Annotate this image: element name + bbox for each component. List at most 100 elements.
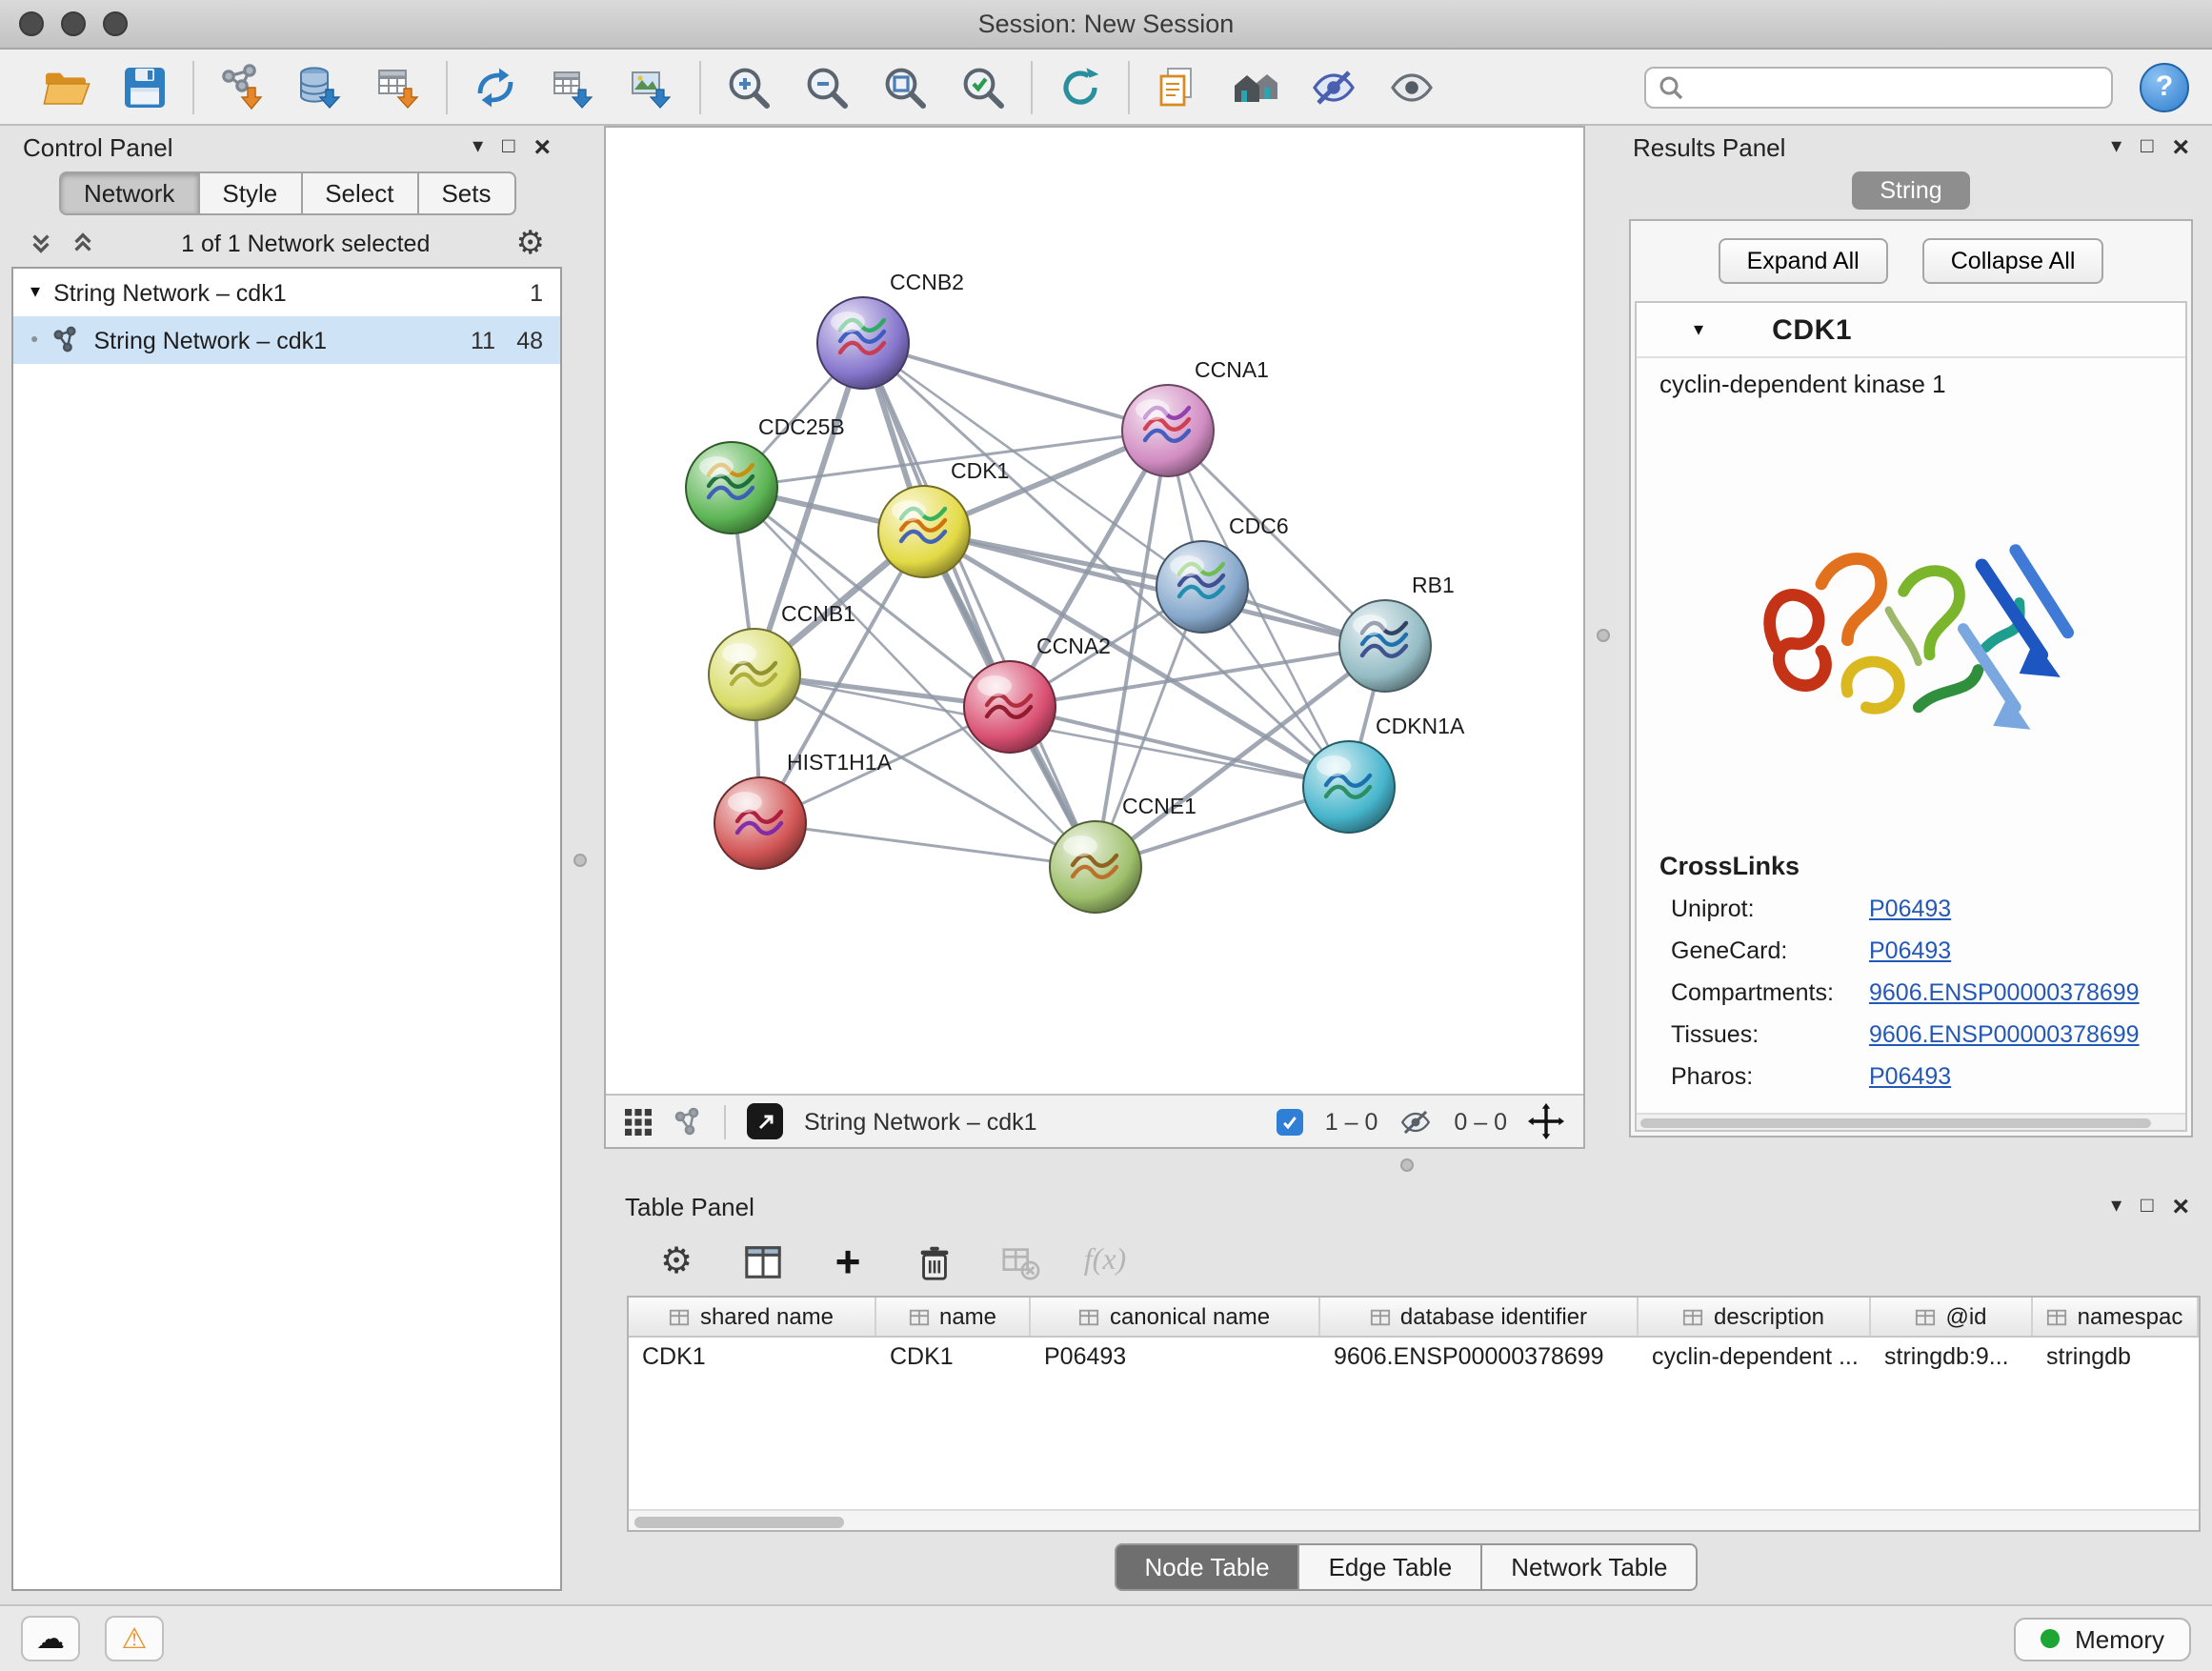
hidden-eye-slash-icon[interactable]	[1398, 1108, 1433, 1135]
clone-network-button[interactable]	[1153, 62, 1202, 111]
zoom-fit-button[interactable]	[880, 62, 930, 111]
show-all-networks-button[interactable]	[1231, 62, 1280, 111]
section-collapse-icon[interactable]: ▾	[1694, 320, 1703, 341]
column-header-id[interactable]: @id	[1871, 1298, 2033, 1336]
network-node-ccnb1[interactable]	[709, 629, 800, 720]
tab-edge-table[interactable]: Edge Table	[1298, 1543, 1483, 1591]
panel-close-icon[interactable]: ×	[533, 132, 551, 161]
network-node-cdk1[interactable]	[878, 486, 970, 577]
bottom-splitter-handle[interactable]	[1400, 1158, 1414, 1172]
table-horizontal-scrollbar[interactable]	[629, 1509, 2199, 1530]
network-collection-row[interactable]: ▾ String Network – cdk1 1	[13, 269, 560, 316]
column-header-description[interactable]: description	[1639, 1298, 1871, 1336]
collapse-all-icon[interactable]	[70, 231, 95, 255]
collapse-triangle-icon[interactable]: ▾	[30, 282, 40, 303]
left-splitter-handle[interactable]	[573, 854, 587, 867]
zoom-in-button[interactable]	[724, 62, 774, 111]
window-controls	[19, 11, 128, 36]
zoom-out-icon	[802, 62, 852, 111]
tab-network[interactable]: Network	[59, 171, 199, 215]
cloud-button[interactable]: ☁	[21, 1616, 80, 1661]
network-options-gear-icon[interactable]: ⚙	[516, 227, 546, 259]
expand-all-button[interactable]: Expand All	[1719, 238, 1888, 284]
column-header-database-identifier[interactable]: database identifier	[1320, 1298, 1639, 1336]
network-node-ccnb2[interactable]	[817, 297, 909, 389]
birds-eye-view-icon[interactable]	[625, 1108, 652, 1135]
results-horizontal-scrollbar[interactable]	[1637, 1113, 2185, 1130]
network-node-ccne1[interactable]	[1050, 821, 1141, 913]
table-options-gear-icon[interactable]: ⚙	[654, 1238, 699, 1284]
network-node-ccna2[interactable]	[964, 661, 1056, 753]
create-column-button[interactable]: +	[825, 1238, 871, 1284]
crosslink-uniprot-link[interactable]: P06493	[1869, 896, 1951, 922]
import-table-button[interactable]	[373, 62, 423, 111]
save-session-button[interactable]	[120, 62, 170, 111]
zoom-out-button[interactable]	[802, 62, 852, 111]
panel-menu-icon[interactable]: ▾	[473, 136, 483, 157]
export-image-button[interactable]	[627, 62, 676, 111]
crosslink-compartments-link[interactable]: 9606.ENSP00000378699	[1869, 979, 2140, 1006]
column-header-name[interactable]: name	[876, 1298, 1031, 1336]
export-table-button[interactable]	[549, 62, 598, 111]
memory-button[interactable]: Memory	[2014, 1617, 2191, 1661]
zoom-selected-button[interactable]	[958, 62, 1008, 111]
network-node-cdc6[interactable]	[1156, 541, 1248, 633]
column-header-namespace[interactable]: namespac	[2033, 1298, 2199, 1336]
panel-menu-icon[interactable]: ▾	[2111, 136, 2122, 157]
panel-close-icon[interactable]: ×	[2172, 132, 2189, 161]
new-network-button[interactable]	[471, 62, 520, 111]
tab-node-table[interactable]: Node Table	[1114, 1543, 1299, 1591]
panel-float-icon[interactable]: □	[502, 136, 514, 157]
network-canvas[interactable]: CCNB2CCNA1CDC25BCDK1CDC6RB1CCNB1CCNA2CDK…	[606, 128, 1583, 1094]
network-node-cdkn1a[interactable]	[1303, 741, 1395, 833]
refresh-layout-button[interactable]	[1056, 62, 1105, 111]
panel-close-icon[interactable]: ×	[2172, 1192, 2189, 1220]
collapse-all-button[interactable]: Collapse All	[1922, 238, 2104, 284]
import-network-file-icon	[217, 62, 267, 111]
panel-float-icon[interactable]: □	[2141, 136, 2153, 157]
column-type-icon	[670, 1306, 691, 1327]
gene-section-header[interactable]: ▾ CDK1	[1637, 303, 2185, 358]
tab-sets[interactable]: Sets	[416, 171, 515, 215]
function-builder-button[interactable]: f(x)	[1082, 1238, 1128, 1284]
network-row[interactable]: ● String Network – cdk1 11 48	[13, 316, 560, 364]
delete-table-button[interactable]	[996, 1238, 1042, 1284]
expand-all-icon[interactable]	[29, 231, 53, 255]
open-session-button[interactable]	[42, 62, 91, 111]
crosslink-tissues-link[interactable]: 9606.ENSP00000378699	[1869, 1021, 2140, 1048]
help-button[interactable]: ?	[2140, 62, 2189, 111]
column-header-shared-name[interactable]: shared name	[629, 1298, 876, 1336]
show-selected-button[interactable]	[1387, 62, 1437, 111]
network-node-cdc25b[interactable]	[686, 442, 777, 534]
minimize-window-button[interactable]	[61, 11, 86, 36]
zoom-window-button[interactable]	[103, 11, 128, 36]
tab-string[interactable]: String	[1851, 171, 1970, 210]
column-type-icon	[1370, 1306, 1391, 1327]
import-network-database-button[interactable]	[295, 62, 345, 111]
network-node-ccna1[interactable]	[1122, 385, 1214, 476]
close-window-button[interactable]	[19, 11, 44, 36]
crosslink-pharos-link[interactable]: P06493	[1869, 1063, 1951, 1090]
warnings-button[interactable]: ⚠	[105, 1616, 164, 1661]
gene-section: ▾ CDK1 cyclin-dependent kinase 1	[1635, 301, 2187, 1132]
crosslink-genecard-link[interactable]: P06493	[1869, 937, 1951, 964]
pan-crosshair-icon[interactable]	[1528, 1103, 1564, 1139]
show-columns-button[interactable]	[739, 1238, 785, 1284]
search-input[interactable]	[1644, 66, 2113, 108]
tab-select[interactable]: Select	[300, 171, 418, 215]
panel-float-icon[interactable]: □	[2141, 1196, 2153, 1217]
delete-column-button[interactable]	[911, 1238, 956, 1284]
hide-selected-button[interactable]	[1309, 62, 1358, 111]
tab-style[interactable]: Style	[197, 171, 302, 215]
tab-network-table[interactable]: Network Table	[1480, 1543, 1698, 1591]
network-node-rb1[interactable]	[1339, 600, 1431, 692]
column-header-canonical-name[interactable]: canonical name	[1031, 1298, 1320, 1336]
selected-checkbox-icon[interactable]	[1277, 1108, 1304, 1135]
import-network-file-button[interactable]	[217, 62, 267, 111]
table-row[interactable]: CDK1 CDK1 P06493 9606.ENSP00000378699 cy…	[629, 1338, 2199, 1374]
network-node-hist1h1a[interactable]	[714, 777, 806, 869]
network-overview-icon[interactable]	[673, 1106, 703, 1137]
right-splitter-handle[interactable]	[1597, 629, 1610, 642]
open-in-new-window-button[interactable]	[747, 1103, 783, 1139]
panel-menu-icon[interactable]: ▾	[2111, 1196, 2122, 1217]
